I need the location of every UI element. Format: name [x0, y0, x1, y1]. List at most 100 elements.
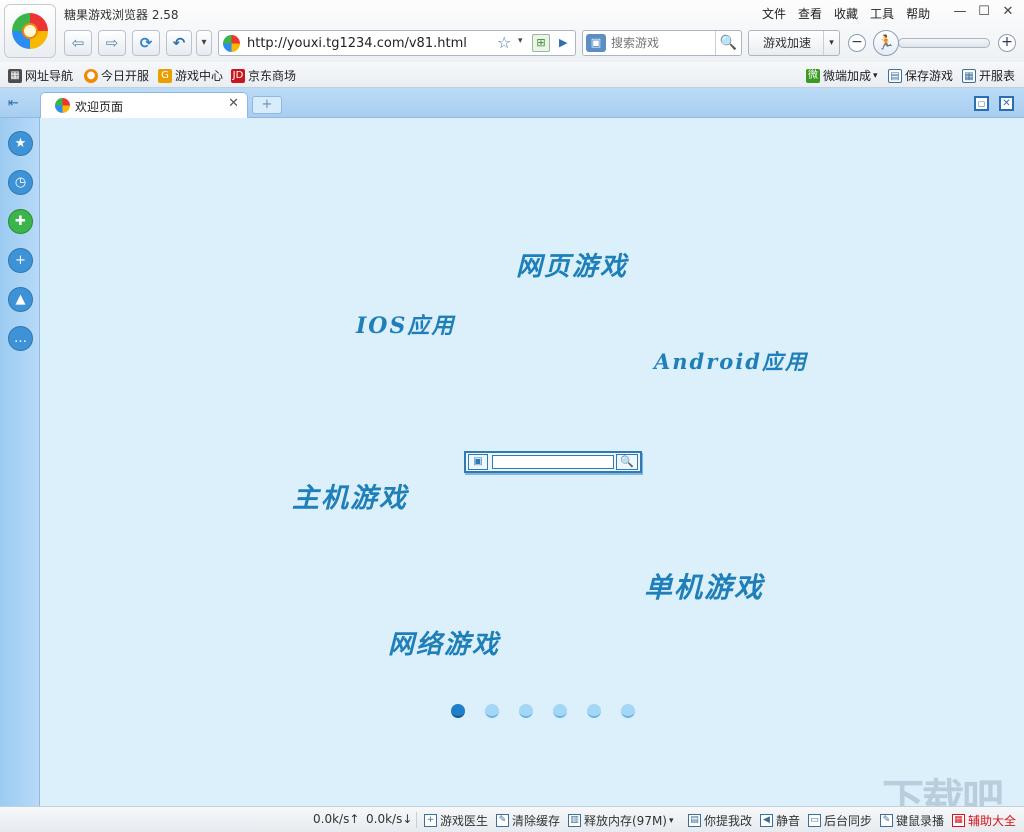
undo-close-tab-button[interactable]: ↶ — [166, 30, 192, 56]
add-icon[interactable]: + — [8, 248, 33, 273]
search-icon[interactable]: 🔍 — [616, 454, 638, 470]
chat-icon[interactable]: … — [8, 326, 33, 351]
game-doctor-button[interactable]: + 游戏医生 — [424, 812, 488, 829]
undo-dropdown-button[interactable]: ▾ — [196, 30, 212, 56]
fav-game-center[interactable]: G 游戏中心 — [158, 67, 223, 84]
broom-icon[interactable]: ▲ — [8, 287, 33, 312]
compat-mode-icon[interactable]: ⊞ — [532, 34, 550, 52]
speed-plus-button[interactable]: + — [998, 34, 1016, 52]
carousel-dot[interactable] — [621, 704, 635, 718]
category-ios-apps[interactable]: IOS应用 — [356, 308, 455, 340]
center-search-input[interactable] — [492, 455, 614, 469]
status-bar: 0.0k/s↑ 0.0k/s↓ + 游戏医生 ✎ 清除缓存 ▥ 释放内存(97M) ▾… — [0, 806, 1024, 832]
category-online-games[interactable]: 网络游戏 — [388, 624, 500, 661]
search-engine-icon[interactable]: ▣ — [586, 34, 606, 52]
chevron-down-icon: ▾ — [873, 70, 878, 81]
speed-slider[interactable] — [898, 38, 990, 48]
table-icon: ▦ — [962, 68, 976, 83]
carousel-dot[interactable] — [451, 704, 465, 718]
sidebar-toggle-icon[interactable]: ⇤ — [8, 96, 19, 111]
menu-view[interactable]: 查看 — [792, 4, 828, 23]
new-tab-button[interactable]: + — [252, 96, 282, 114]
address-bar: ☆ ▾ ⊞ ▶ — [218, 30, 576, 56]
tab-close-icon[interactable]: ✕ — [228, 96, 239, 111]
fav-label: 网址导航 — [25, 69, 74, 83]
fav-jd[interactable]: JD 京东商场 — [231, 67, 296, 84]
back-arrow-icon: ⇦ — [71, 34, 85, 52]
window-controls: — ☐ ✕ — [948, 2, 1020, 22]
category-standalone-games[interactable]: 单机游戏 — [644, 566, 764, 606]
game-speed-label: 游戏加速 — [763, 36, 812, 50]
fav-save-game[interactable]: ▤ 保存游戏 — [888, 67, 953, 84]
tab-welcome[interactable]: 欢迎页面 ✕ — [40, 92, 248, 118]
bookmark-star-icon[interactable]: ☆ — [497, 33, 511, 52]
fav-label: 微端加成 — [823, 69, 872, 83]
status-label: 后台同步 — [824, 814, 873, 828]
macro-record-button[interactable]: ✎ 键鼠录播 — [880, 812, 944, 829]
feedback-icon: ▤ — [688, 814, 701, 827]
feedback-button[interactable]: ▤ 你提我改 — [688, 812, 752, 829]
restore-icon[interactable]: ▢ — [974, 96, 989, 111]
brush-icon: ✎ — [496, 814, 509, 827]
app-logo[interactable] — [4, 4, 56, 58]
tab-bar: ⇤ 欢迎页面 ✕ + ▢ ✕ — [0, 88, 1024, 118]
status-label: 辅助大全 — [968, 814, 1017, 828]
mouse-icon: ✎ — [880, 814, 893, 827]
sync-icon: ▭ — [808, 814, 821, 827]
clear-cache-button[interactable]: ✎ 清除缓存 — [496, 812, 560, 829]
menu-file[interactable]: 文件 — [756, 4, 792, 23]
upload-speed: 0.0k/s↑ — [313, 812, 360, 826]
address-dropdown-icon[interactable]: ▾ — [518, 36, 523, 46]
chevron-down-icon: ▾ — [669, 815, 674, 826]
close-all-icon[interactable]: ✕ — [999, 96, 1014, 111]
fav-label: 保存游戏 — [905, 69, 954, 83]
search-engine-icon[interactable]: ▣ — [468, 454, 488, 470]
category-android-apps[interactable]: Android应用 — [654, 346, 808, 376]
gamepad-icon[interactable]: ✚ — [8, 209, 33, 234]
free-memory-button[interactable]: ▥ 释放内存(97M) ▾ — [568, 812, 674, 829]
favorites-icon[interactable]: ★ — [8, 131, 33, 156]
helper-tools-button[interactable]: ▦ 辅助大全 — [952, 812, 1016, 829]
search-box: ▣ 🔍 — [582, 30, 742, 56]
back-button[interactable]: ⇦ — [64, 30, 92, 56]
fav-microclient[interactable]: 微 微端加成 ▾ — [806, 67, 878, 84]
grid-icon: ▦ — [8, 68, 22, 83]
carousel-dot[interactable] — [485, 704, 499, 718]
refresh-button[interactable]: ⟳ — [132, 30, 160, 56]
app-title: 糖果游戏浏览器 2.58 — [64, 8, 179, 22]
category-console-games[interactable]: 主机游戏 — [292, 476, 408, 515]
menu-tools[interactable]: 工具 — [864, 4, 900, 23]
chevron-down-icon[interactable]: ▾ — [823, 31, 839, 55]
title-bar: 糖果游戏浏览器 2.58 文件 查看 收藏 工具 帮助 — ☐ ✕ ⇦ ⇨ ⟳ … — [0, 0, 1024, 62]
history-icon[interactable]: ◷ — [8, 170, 33, 195]
runner-icon[interactable]: 🏃 — [873, 30, 899, 56]
watermark-logo: 下载吧 — [882, 775, 1004, 806]
status-label: 清除缓存 — [512, 814, 561, 828]
menu-help[interactable]: 帮助 — [900, 4, 936, 23]
minimize-button[interactable]: — — [948, 2, 972, 22]
category-web-games[interactable]: 网页游戏 — [516, 246, 628, 283]
maximize-button[interactable]: ☐ — [972, 2, 996, 22]
menu-favorites[interactable]: 收藏 — [828, 4, 864, 23]
carousel-dot[interactable] — [519, 704, 533, 718]
go-icon[interactable]: ▶ — [559, 36, 567, 49]
search-icon[interactable]: 🔍 — [715, 31, 741, 55]
speed-minus-button[interactable]: − — [848, 34, 866, 52]
fav-server-table[interactable]: ▦ 开服表 — [962, 67, 1015, 84]
search-input[interactable] — [611, 35, 711, 51]
close-button[interactable]: ✕ — [996, 2, 1020, 22]
tab-label: 欢迎页面 — [75, 100, 124, 114]
carousel-dot[interactable] — [587, 704, 601, 718]
mute-button[interactable]: ◀ 静音 — [760, 812, 800, 829]
carousel-dot[interactable] — [553, 704, 567, 718]
url-input[interactable] — [247, 34, 487, 52]
fav-nav[interactable]: ▦ 网址导航 — [8, 67, 73, 84]
refresh-icon: ⟳ — [139, 34, 153, 52]
fav-label: 今日开服 — [101, 69, 150, 83]
welcome-page: 网页游戏 IOS应用 Android应用 主机游戏 单机游戏 网络游戏 ▣ 🔍 … — [40, 118, 1024, 806]
background-sync-button[interactable]: ▭ 后台同步 — [808, 812, 872, 829]
forward-button[interactable]: ⇨ — [98, 30, 126, 56]
game-speed-button[interactable]: 游戏加速 ▾ — [748, 30, 840, 56]
jd-icon: JD — [231, 68, 245, 83]
fav-today-servers[interactable]: ● 今日开服 — [84, 67, 149, 84]
